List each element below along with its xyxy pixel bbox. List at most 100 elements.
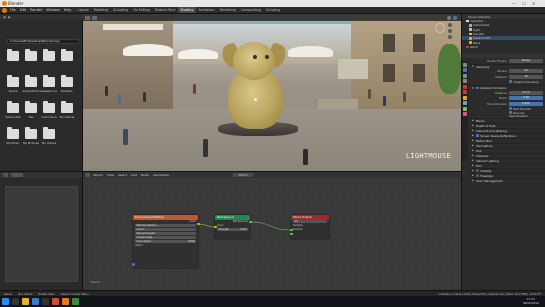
material-tab-icon[interactable] (463, 112, 467, 116)
forward-arrow-icon[interactable]: ▶ (8, 15, 10, 19)
object-tab-icon[interactable] (463, 95, 467, 100)
folder-item[interactable] (4, 49, 22, 77)
tab-uv-editing[interactable]: UV Editing (131, 7, 153, 13)
image-preview-area[interactable] (5, 186, 78, 282)
ao-factor-slider[interactable]: 1.00 (509, 96, 543, 101)
image-selector[interactable]: DM-City-Gdansk... (135, 223, 196, 228)
3d-viewport[interactable]: LIGHTMOUSE (83, 14, 461, 171)
shader-node-editor[interactable]: Object View Select Add Node Use Nodes Wo… (83, 171, 461, 290)
folder-item[interactable]: My Videos (40, 127, 58, 155)
color-socket-icon[interactable] (197, 222, 200, 225)
tab-rendering[interactable]: Rendering (217, 7, 238, 13)
output-tab-icon[interactable] (463, 73, 467, 78)
tab-texture-paint[interactable]: Texture Paint (152, 7, 178, 13)
viewport-samples-field[interactable]: 16 (509, 74, 543, 79)
denoise-checkbox[interactable] (509, 80, 512, 84)
app-icon[interactable] (71, 298, 79, 305)
folder-item[interactable]: Insomnium (40, 101, 58, 129)
tool-tab-icon[interactable] (463, 62, 467, 67)
scene-tab-icon[interactable] (463, 84, 467, 89)
menu-file[interactable]: File (10, 8, 16, 12)
ao-distance-field[interactable]: 0.2 m (509, 90, 543, 95)
view-menu[interactable] (11, 173, 23, 177)
search-icon[interactable] (11, 298, 19, 305)
blender-taskbar-icon[interactable] (61, 298, 69, 305)
browser-icon[interactable] (31, 298, 39, 305)
folder-item[interactable]: My Pictures (22, 127, 40, 155)
folder-item[interactable] (22, 49, 40, 77)
menu-window[interactable]: Window (46, 8, 59, 12)
folder-item[interactable] (58, 49, 76, 77)
folder-item[interactable]: iTax (22, 101, 40, 129)
projection-dropdown[interactable]: Equirectangular (135, 231, 196, 236)
folder-item[interactable]: AntiqueFolio (22, 75, 40, 103)
camera-view-icon[interactable] (448, 35, 452, 39)
render-tab-icon[interactable] (463, 68, 467, 72)
freestyle-checkbox[interactable] (475, 174, 479, 177)
tab-modeling[interactable]: Modeling (91, 7, 111, 13)
tab-compositing[interactable]: Compositing (238, 7, 263, 13)
navigation-gizmo-icon[interactable] (435, 23, 445, 33)
light-icon (469, 28, 472, 31)
ao-trace-slider[interactable]: 0.250 (509, 101, 543, 106)
modifier-tab-icon[interactable] (463, 101, 467, 105)
bent-normals-checkbox[interactable] (509, 107, 512, 111)
folder-item[interactable]: Downloads (4, 101, 22, 129)
file-explorer-icon[interactable] (21, 298, 29, 305)
folder-item[interactable]: My Music (4, 127, 22, 155)
vector-socket-icon[interactable] (132, 263, 135, 266)
system-clock[interactable]: 13:31 06/09/2019 (523, 297, 539, 305)
tab-sculpting[interactable]: Sculpting (111, 7, 131, 13)
tab-animation[interactable]: Animation (196, 7, 217, 13)
folder-item[interactable]: Assassin's C... (40, 75, 58, 103)
close-button[interactable]: ✕ (532, 1, 535, 6)
shader-socket-icon[interactable] (249, 220, 252, 223)
back-arrow-icon[interactable]: ◀ (3, 15, 5, 19)
world-tab-icon[interactable] (463, 90, 467, 94)
interpolation-dropdown[interactable]: Linear (135, 227, 196, 232)
shader-socket-icon[interactable] (290, 228, 293, 231)
physics-tab-icon[interactable] (463, 106, 467, 111)
tab-shading[interactable]: Shading (177, 7, 196, 13)
menu-render[interactable]: Render (30, 8, 42, 12)
shading-rendered-icon[interactable] (453, 15, 457, 20)
strength-field[interactable]: Strength 1.000 (217, 227, 248, 232)
3d-cursor-icon[interactable] (254, 98, 257, 101)
pan-icon[interactable] (448, 29, 452, 33)
tab-scripting[interactable]: Scripting (263, 7, 282, 13)
view-icon[interactable] (92, 15, 97, 20)
editor-type-icon[interactable] (3, 173, 8, 177)
outliner-row-world[interactable]: World (462, 45, 545, 49)
shader-socket-icon[interactable] (290, 232, 293, 235)
folder-item[interactable] (40, 49, 58, 77)
app-icon[interactable] (51, 298, 59, 305)
shading-solid-icon[interactable] (447, 15, 451, 20)
folder-item[interactable]: Adobe (4, 75, 22, 103)
directory-path-field[interactable]: C:\Users\Elli\Desktop\Blendering\ (7, 39, 79, 44)
blender-menu-icon[interactable] (2, 7, 7, 13)
select-box-icon[interactable] (85, 15, 90, 20)
zoom-icon[interactable] (448, 23, 452, 27)
background-node[interactable]: Background Background Color Strength 1.00… (215, 215, 250, 239)
folder-item[interactable]: Bubbles (58, 75, 76, 103)
menu-edit[interactable]: Edit (20, 8, 27, 12)
render-engine-dropdown[interactable]: Eevee (509, 58, 543, 63)
bounces-checkbox[interactable] (509, 111, 512, 115)
view-layer-tab-icon[interactable] (463, 79, 467, 83)
simplify-checkbox[interactable] (475, 169, 479, 172)
render-samples-field[interactable]: 64 (509, 69, 543, 74)
world-output-node[interactable]: World Output All Surface Volume (291, 215, 329, 239)
minimize-button[interactable]: — (512, 1, 516, 6)
environment-texture-node[interactable]: Environment Texture Color DM-City-Gdansk… (133, 215, 198, 268)
color-socket-icon[interactable] (214, 225, 217, 228)
app-icon[interactable] (41, 298, 49, 305)
start-button-icon[interactable] (1, 298, 9, 305)
maximize-button[interactable]: ☐ (522, 1, 526, 6)
tab-layout[interactable]: Layout (75, 7, 91, 13)
ao-checkbox[interactable] (475, 86, 479, 90)
chevron-right-icon: ▶ (472, 164, 474, 168)
ssr-checkbox[interactable] (475, 134, 479, 137)
color-management-section[interactable]: ▶ Color Management (469, 177, 545, 183)
folder-item[interactable]: My Games (58, 101, 76, 129)
menu-help[interactable]: Help (64, 8, 72, 12)
